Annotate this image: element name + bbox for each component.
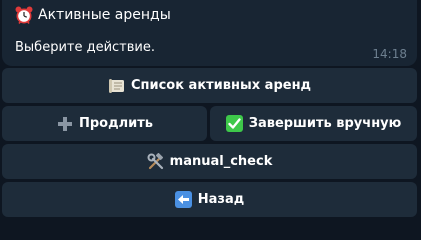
extend-button[interactable]: Продлить — [2, 106, 207, 141]
finish-manually-label: Завершить вручную — [248, 116, 402, 131]
manual-check-label: manual_check — [169, 154, 273, 169]
message-title-text: Активные аренды — [38, 7, 171, 23]
message-time: 14:18 — [372, 47, 407, 61]
plus-icon — [56, 115, 74, 133]
extend-label: Продлить — [78, 116, 153, 131]
alarm-clock-icon — [14, 5, 34, 25]
back-label: Назад — [197, 192, 245, 207]
finish-manually-button[interactable]: Завершить вручную — [210, 106, 417, 141]
message-title: Активные аренды — [14, 5, 171, 25]
back-button[interactable]: Назад — [2, 182, 417, 217]
message-bubble: Активные аренды Выберите действие. 14:18 — [2, 0, 417, 66]
manual-check-button[interactable]: manual_check — [2, 144, 417, 179]
message-text: Выберите действие. — [15, 40, 155, 55]
check-mark-icon — [226, 115, 244, 133]
active-rentals-list-label: Список активных аренд — [130, 78, 312, 93]
hammer-wrench-icon — [147, 152, 165, 171]
left-arrow-icon — [175, 191, 193, 209]
scroll-icon — [108, 77, 126, 95]
active-rentals-list-button[interactable]: Список активных аренд — [2, 68, 417, 103]
chat-view: Активные аренды Выберите действие. 14:18… — [0, 0, 421, 222]
